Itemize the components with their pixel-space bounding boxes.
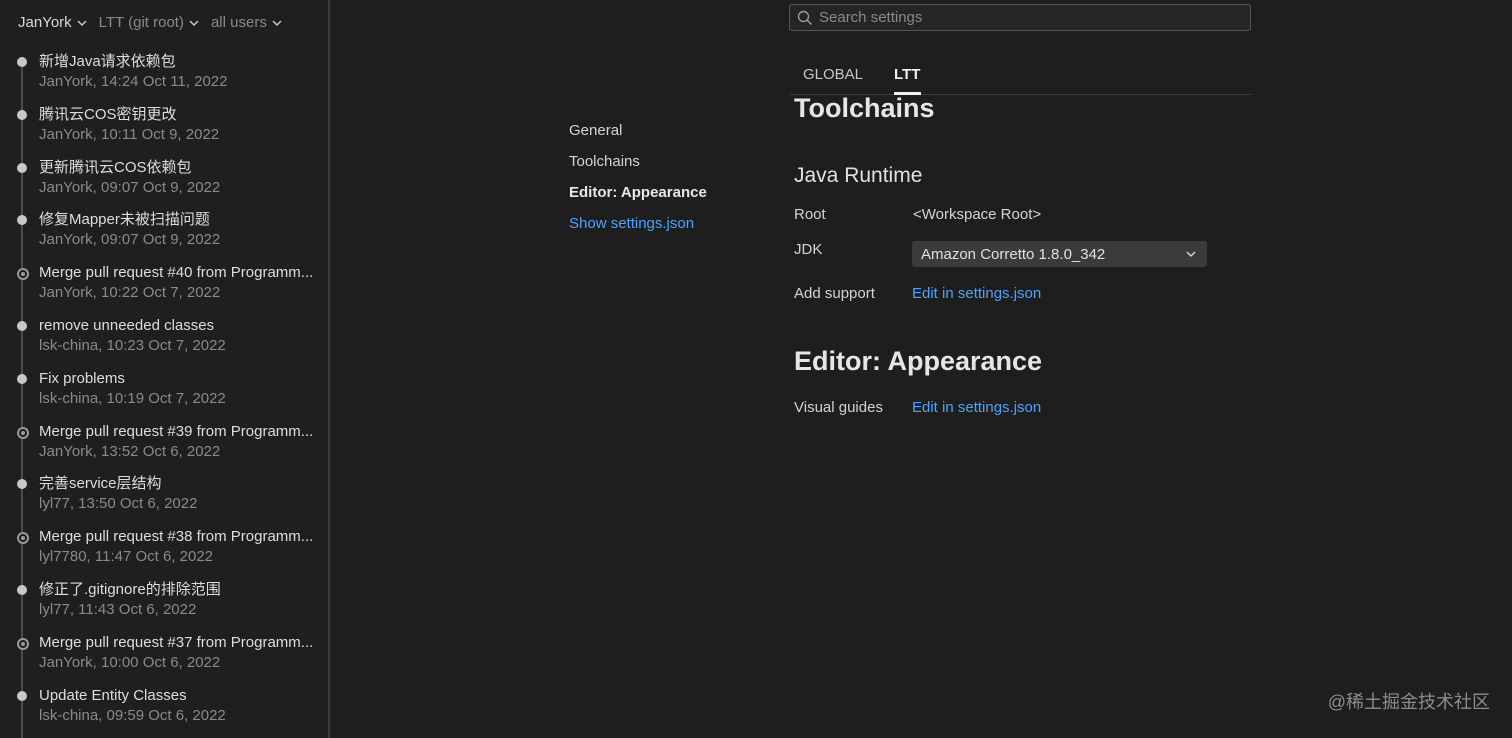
commit-message: Merge pull request #40 from Programm... <box>39 264 314 282</box>
commit-list: 新增Java请求依赖包 JanYork, 14:24 Oct 11, 2022 腾讯… <box>0 52 328 738</box>
commit-row[interactable]: 完善service层结构 lyl77, 13:50 Oct 6, 2022 <box>0 474 328 527</box>
editor-appearance-heading: Editor: Appearance <box>794 346 1043 376</box>
chevron-down-icon <box>1186 251 1196 258</box>
commit-author-date: lsk-china, 10:23 Oct 7, 2022 <box>39 336 226 354</box>
commit-message: Merge pull request #38 from Programm... <box>39 528 314 546</box>
commit-message: 修复Mapper未被扫描问题 <box>39 211 210 229</box>
chevron-down-icon <box>272 20 282 26</box>
nav-item-toolchains[interactable]: Toolchains <box>569 151 707 182</box>
branch-filter[interactable]: LTT (git root) <box>99 14 199 31</box>
settings-nav: General Toolchains Editor: Appearance Sh… <box>569 120 707 234</box>
commit-author-date: JanYork, 10:11 Oct 9, 2022 <box>39 125 220 143</box>
commit-message: 新增Java请求依赖包 <box>39 53 176 70</box>
commit-message: remove unneeded classes <box>39 316 215 334</box>
history-filters: JanYork LTT (git root) all users <box>18 14 282 31</box>
author-filter[interactable]: JanYork <box>18 14 87 31</box>
visual-guides-edit-link[interactable]: Edit in settings.json <box>912 399 1041 416</box>
commit-author-date: JanYork, 09:07 Oct 9, 2022 <box>39 178 221 196</box>
settings-tabs: GLOBAL LTT <box>790 58 1251 95</box>
merge-commit-node-icon <box>17 426 29 439</box>
commit-message: Merge pull request #39 from Programm... <box>39 422 314 440</box>
commit-author-date: lsk-china, 10:19 Oct 7, 2022 <box>39 389 226 407</box>
commit-message: 修正了.gitignore的排除范围 <box>39 580 221 598</box>
commit-author-date: lyl7780, 11:47 Oct 6, 2022 <box>39 548 214 566</box>
commit-message: 腾讯云COS密钥更改 <box>39 105 177 123</box>
commit-node-icon <box>17 57 27 67</box>
jdk-select[interactable]: Amazon Corretto 1.8.0_342 <box>912 241 1207 267</box>
commit-message: 更新腾讯云COS依赖包 <box>39 158 192 176</box>
jdk-select-value: Amazon Corretto 1.8.0_342 <box>921 245 1106 263</box>
tab-global[interactable]: GLOBAL <box>803 66 863 83</box>
java-runtime-heading: Java Runtime <box>794 164 923 187</box>
merge-commit-node-icon <box>17 532 29 545</box>
commit-row[interactable]: Merge pull request #37 from Programm... J… <box>0 633 328 686</box>
commit-row[interactable]: 更新腾讯云COS依赖包 JanYork, 09:07 Oct 9, 2022 <box>0 158 328 211</box>
commit-row[interactable]: Update Entity Classes lsk-china, 09:59 Oc… <box>0 686 328 738</box>
branch-filter-label: LTT (git root) <box>98 14 184 31</box>
chevron-down-icon <box>77 20 87 26</box>
commit-row[interactable]: Fix problems lsk-china, 10:19 Oct 7, 2022 <box>0 369 328 422</box>
commit-node-icon <box>17 215 27 226</box>
root-label: Root <box>794 206 826 223</box>
toolchains-heading: Toolchains <box>794 93 935 123</box>
commit-row[interactable]: 修复Mapper未被扫描问题 JanYork, 09:07 Oct 9, 2022 <box>0 210 328 263</box>
commit-row[interactable]: Merge pull request #38 from Programm... l… <box>0 527 328 580</box>
commit-row[interactable]: remove unneeded classes lsk-china, 10:23 … <box>0 316 328 369</box>
commit-row[interactable]: 腾讯云COS密钥更改 JanYork, 10:11 Oct 9, 2022 <box>0 105 328 158</box>
commit-author-date: JanYork, 13:52 Oct 6, 2022 <box>39 442 221 460</box>
visual-guides-label: Visual guides <box>794 399 883 416</box>
chevron-down-icon <box>189 20 199 26</box>
search-icon <box>797 10 813 25</box>
add-support-label: Add support <box>794 285 875 302</box>
merge-commit-node-icon <box>17 637 29 650</box>
nav-item-editor-appearance[interactable]: Editor: Appearance <box>569 182 707 213</box>
tab-ltt[interactable]: LTT <box>894 66 920 83</box>
watermark: @稀土掘金技术社区 <box>1327 692 1490 712</box>
commit-author-date: lsk-china, 09:59 Oct 6, 2022 <box>39 706 226 724</box>
commit-row[interactable]: Merge pull request #39 from Programm... J… <box>0 422 328 475</box>
commit-author-date: JanYork, 09:07 Oct 9, 2022 <box>39 231 221 249</box>
search-input[interactable] <box>819 9 1239 26</box>
commit-node-icon <box>17 584 27 595</box>
commit-node-icon <box>17 373 27 384</box>
commit-author-date: lyl77, 13:50 Oct 6, 2022 <box>39 495 198 513</box>
commit-author-date: JanYork, 10:22 Oct 7, 2022 <box>39 284 221 302</box>
commit-author-date: lyl77, 11:43 Oct 6, 2022 <box>39 600 197 618</box>
commit-message: Fix problems <box>39 369 125 387</box>
commit-node-icon <box>17 690 27 701</box>
commit-row[interactable]: 修正了.gitignore的排除范围 lyl77, 11:43 Oct 6, 20… <box>0 580 328 633</box>
jdk-label: JDK <box>794 241 823 258</box>
show-settings-json-link[interactable]: Show settings.json <box>569 213 707 234</box>
commit-node-icon <box>17 479 27 490</box>
commit-node-icon <box>17 109 27 120</box>
root-value: <Workspace Root> <box>913 206 1042 223</box>
commit-author-date: JanYork, 14:24 Oct 11, 2022 <box>39 73 228 90</box>
merge-commit-node-icon <box>17 268 29 281</box>
users-filter-label: all users <box>210 14 267 31</box>
commit-row[interactable]: 新增Java请求依赖包 JanYork, 14:24 Oct 11, 2022 <box>0 52 328 105</box>
commit-message: 完善service层结构 <box>39 475 162 493</box>
add-support-edit-link[interactable]: Edit in settings.json <box>912 285 1041 302</box>
commit-message: Merge pull request #37 from Programm... <box>39 633 314 651</box>
commit-author-date: JanYork, 10:00 Oct 6, 2022 <box>39 653 221 671</box>
commit-row[interactable]: Merge pull request #40 from Programm... J… <box>0 263 328 316</box>
app-window: JanYork LTT (git root) all users 新增Java请… <box>0 0 1512 738</box>
commit-history-sidebar: JanYork LTT (git root) all users 新增Java请… <box>0 0 330 738</box>
nav-item-general[interactable]: General <box>569 120 707 151</box>
commit-node-icon <box>17 320 27 331</box>
commit-message: Update Entity Classes <box>39 686 187 704</box>
search-box <box>789 4 1251 31</box>
commit-node-icon <box>17 162 27 173</box>
users-filter[interactable]: all users <box>211 14 282 31</box>
author-filter-label: JanYork <box>18 14 72 31</box>
